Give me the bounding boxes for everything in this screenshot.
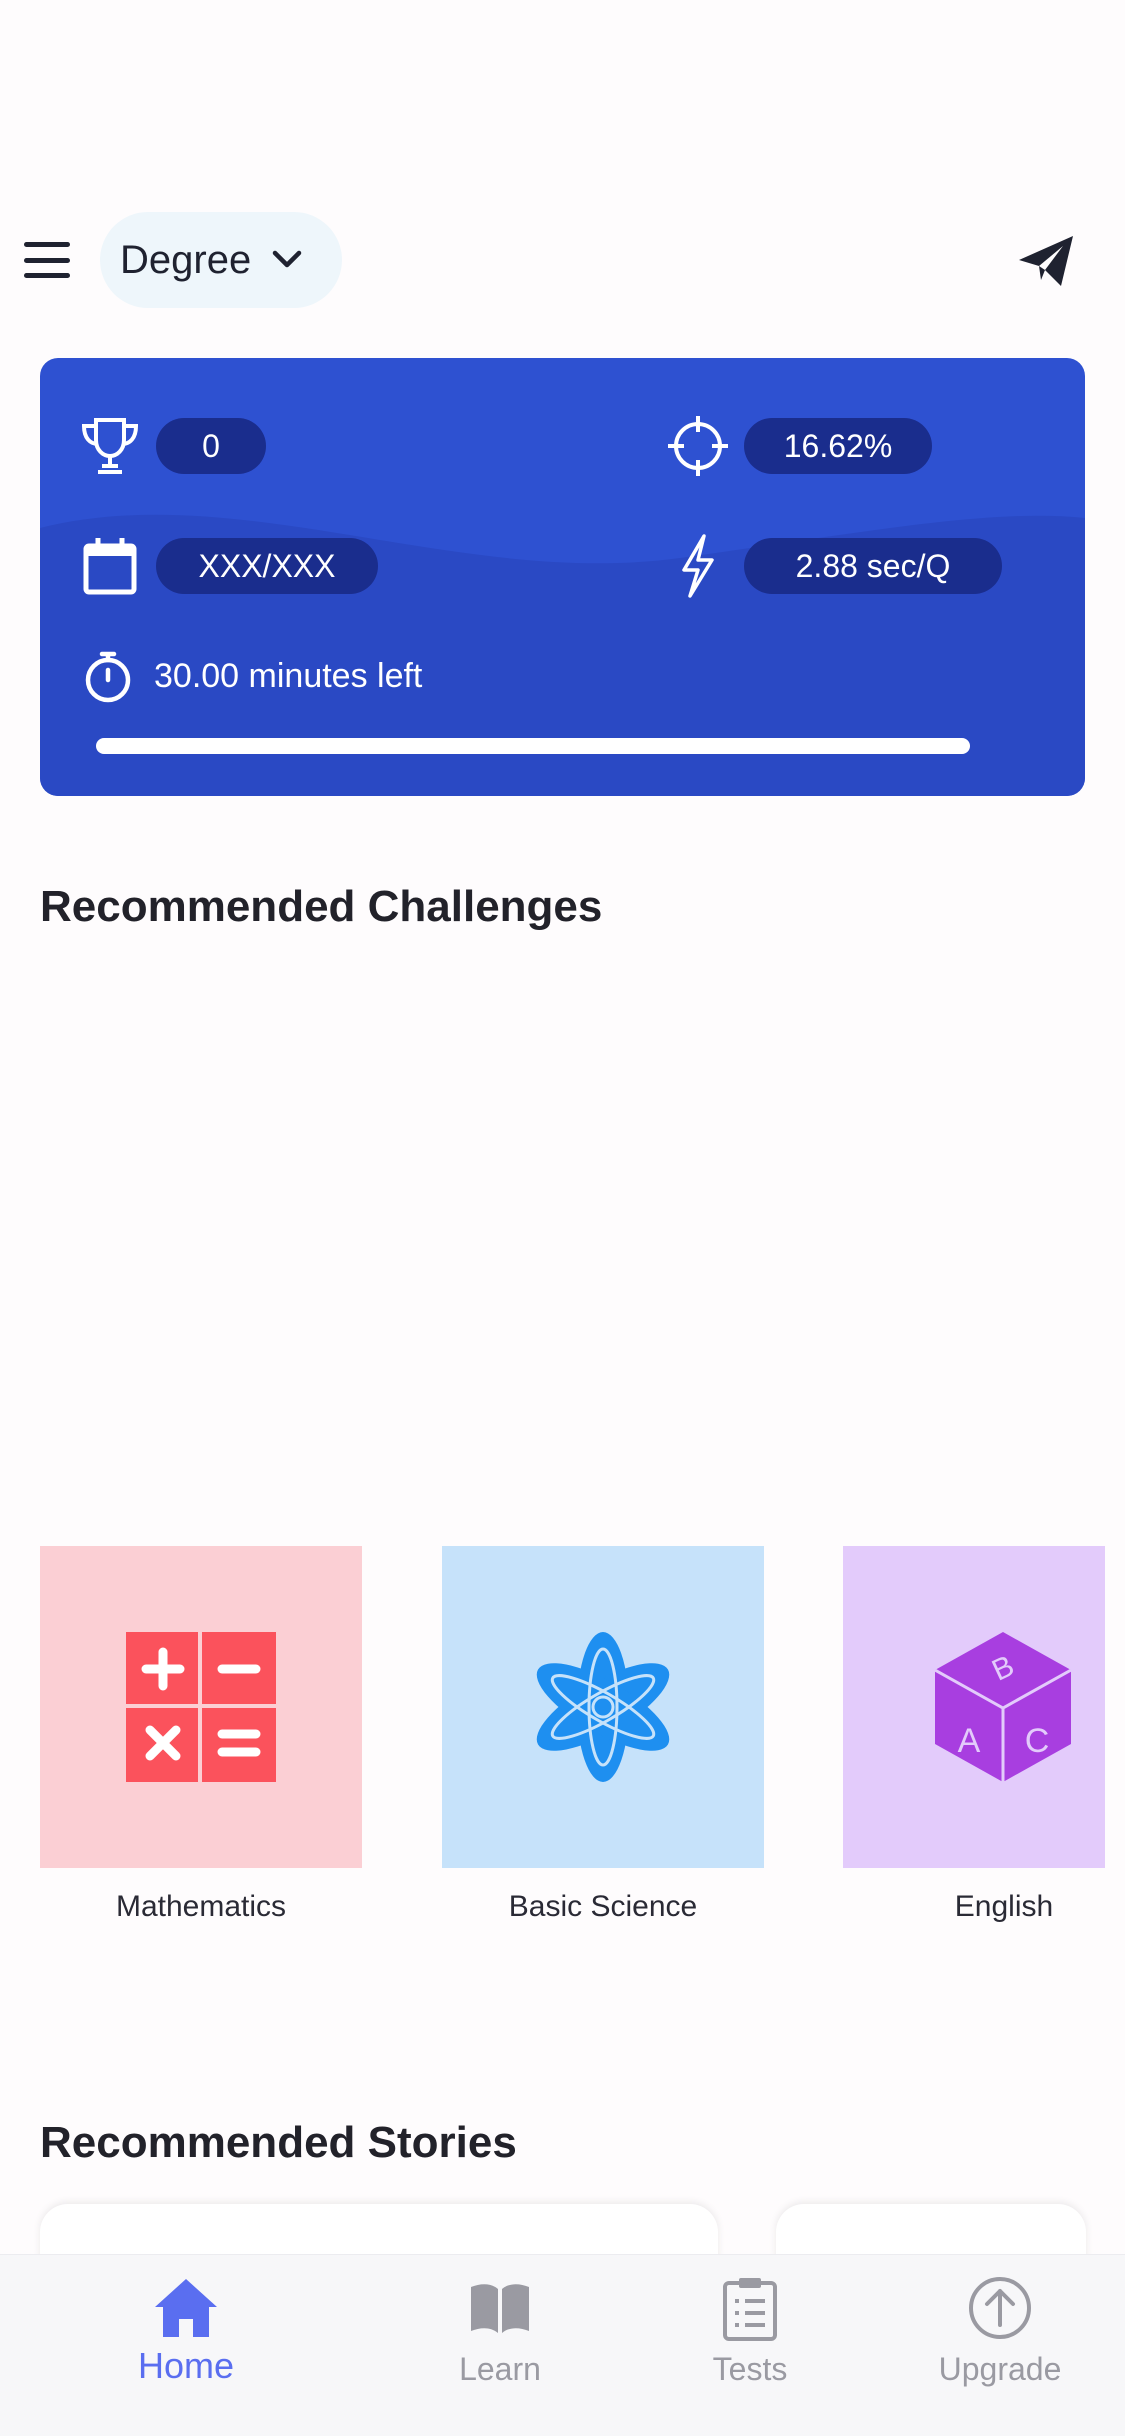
speed-stat: 2.88 sec/Q bbox=[666, 534, 1002, 598]
timer-label: 30.00 minutes left bbox=[154, 656, 423, 695]
degree-selector[interactable]: Degree bbox=[100, 212, 342, 308]
bottom-nav: Home Learn Tests Upgrade bbox=[0, 2254, 1125, 2436]
nav-label-home: Home bbox=[137, 2345, 235, 2386]
calculator-icon bbox=[126, 1632, 276, 1782]
chevron-down-icon bbox=[272, 250, 302, 268]
accuracy-stat: 16.62% bbox=[666, 414, 932, 478]
calendar-icon bbox=[83, 538, 137, 595]
speed-value: 2.88 sec/Q bbox=[744, 538, 1002, 594]
subject-card-english[interactable]: B A C bbox=[843, 1546, 1105, 1868]
upgrade-icon bbox=[969, 2277, 1031, 2339]
nav-item-learn[interactable]: Learn bbox=[390, 2255, 610, 2405]
trophy-icon bbox=[81, 418, 139, 474]
stopwatch-icon bbox=[85, 651, 131, 703]
send-icon[interactable] bbox=[1017, 234, 1075, 288]
book-icon bbox=[471, 2284, 529, 2333]
progress-value: XXX/XXX bbox=[156, 538, 378, 594]
atom-icon bbox=[536, 1632, 670, 1782]
timer-progress-bar bbox=[96, 738, 970, 754]
subject-label-english: English bbox=[954, 1890, 1054, 1923]
nav-label-upgrade: Upgrade bbox=[938, 2351, 1062, 2387]
timer-row: 30.00 minutes left bbox=[80, 648, 422, 704]
subject-card-mathematics[interactable] bbox=[40, 1546, 362, 1868]
clipboard-icon bbox=[723, 2278, 777, 2341]
svg-text:C: C bbox=[1025, 1722, 1050, 1760]
subject-card-basic-science[interactable] bbox=[442, 1546, 764, 1868]
subject-label-mathematics: Mathematics bbox=[115, 1890, 287, 1923]
abc-cube-icon: B A C bbox=[935, 1632, 1071, 1782]
lightning-icon bbox=[682, 534, 714, 598]
trophy-stat: 0 bbox=[78, 414, 266, 478]
challenges-title: Recommended Challenges bbox=[40, 882, 603, 931]
nav-label-learn: Learn bbox=[459, 2351, 541, 2387]
subject-label-basic-science: Basic Science bbox=[508, 1890, 698, 1923]
nav-item-tests[interactable]: Tests bbox=[640, 2255, 860, 2405]
home-icon bbox=[155, 2279, 217, 2337]
crosshair-icon bbox=[668, 416, 728, 476]
stats-card: 0 16.62% XXX/XXX 2.88 sec/Q 30.00 minute… bbox=[40, 358, 1085, 796]
degree-label: Degree bbox=[120, 237, 252, 282]
progress-stat: XXX/XXX bbox=[78, 534, 378, 598]
accuracy-value: 16.62% bbox=[744, 418, 932, 474]
menu-icon[interactable] bbox=[24, 242, 74, 278]
nav-item-upgrade[interactable]: Upgrade bbox=[890, 2255, 1110, 2405]
stories-title: Recommended Stories bbox=[40, 2118, 517, 2167]
svg-text:A: A bbox=[958, 1722, 981, 1760]
top-bar: Degree bbox=[0, 210, 1125, 310]
nav-label-tests: Tests bbox=[712, 2351, 788, 2387]
nav-item-home[interactable]: Home bbox=[76, 2255, 296, 2405]
trophy-value: 0 bbox=[156, 418, 266, 474]
